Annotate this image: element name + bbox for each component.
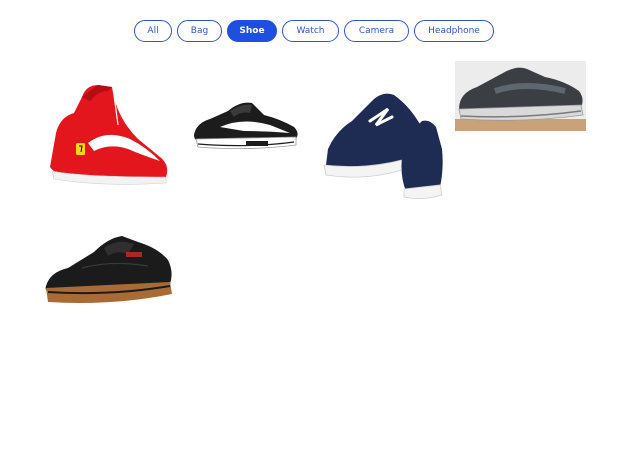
filter-all-button[interactable]: All: [134, 20, 172, 42]
filter-camera-button[interactable]: Camera: [344, 20, 409, 42]
filter-watch-button[interactable]: Watch: [282, 20, 339, 42]
gallery-image-grey-knit-shoe[interactable]: [455, 61, 586, 131]
filter-bag-button[interactable]: Bag: [177, 20, 222, 42]
gallery-image-navy-shoe-pair[interactable]: [318, 61, 448, 223]
category-filter-bar: All Bag Shoe Watch Camera Headphone: [0, 20, 641, 42]
gallery-image-black-running-shoe[interactable]: [190, 95, 302, 155]
gallery-image-black-leather-sneaker[interactable]: [42, 228, 174, 310]
gallery-image-red-high-top[interactable]: [42, 77, 174, 187]
filter-shoe-button[interactable]: Shoe: [227, 20, 277, 42]
filter-headphone-button[interactable]: Headphone: [414, 20, 494, 42]
